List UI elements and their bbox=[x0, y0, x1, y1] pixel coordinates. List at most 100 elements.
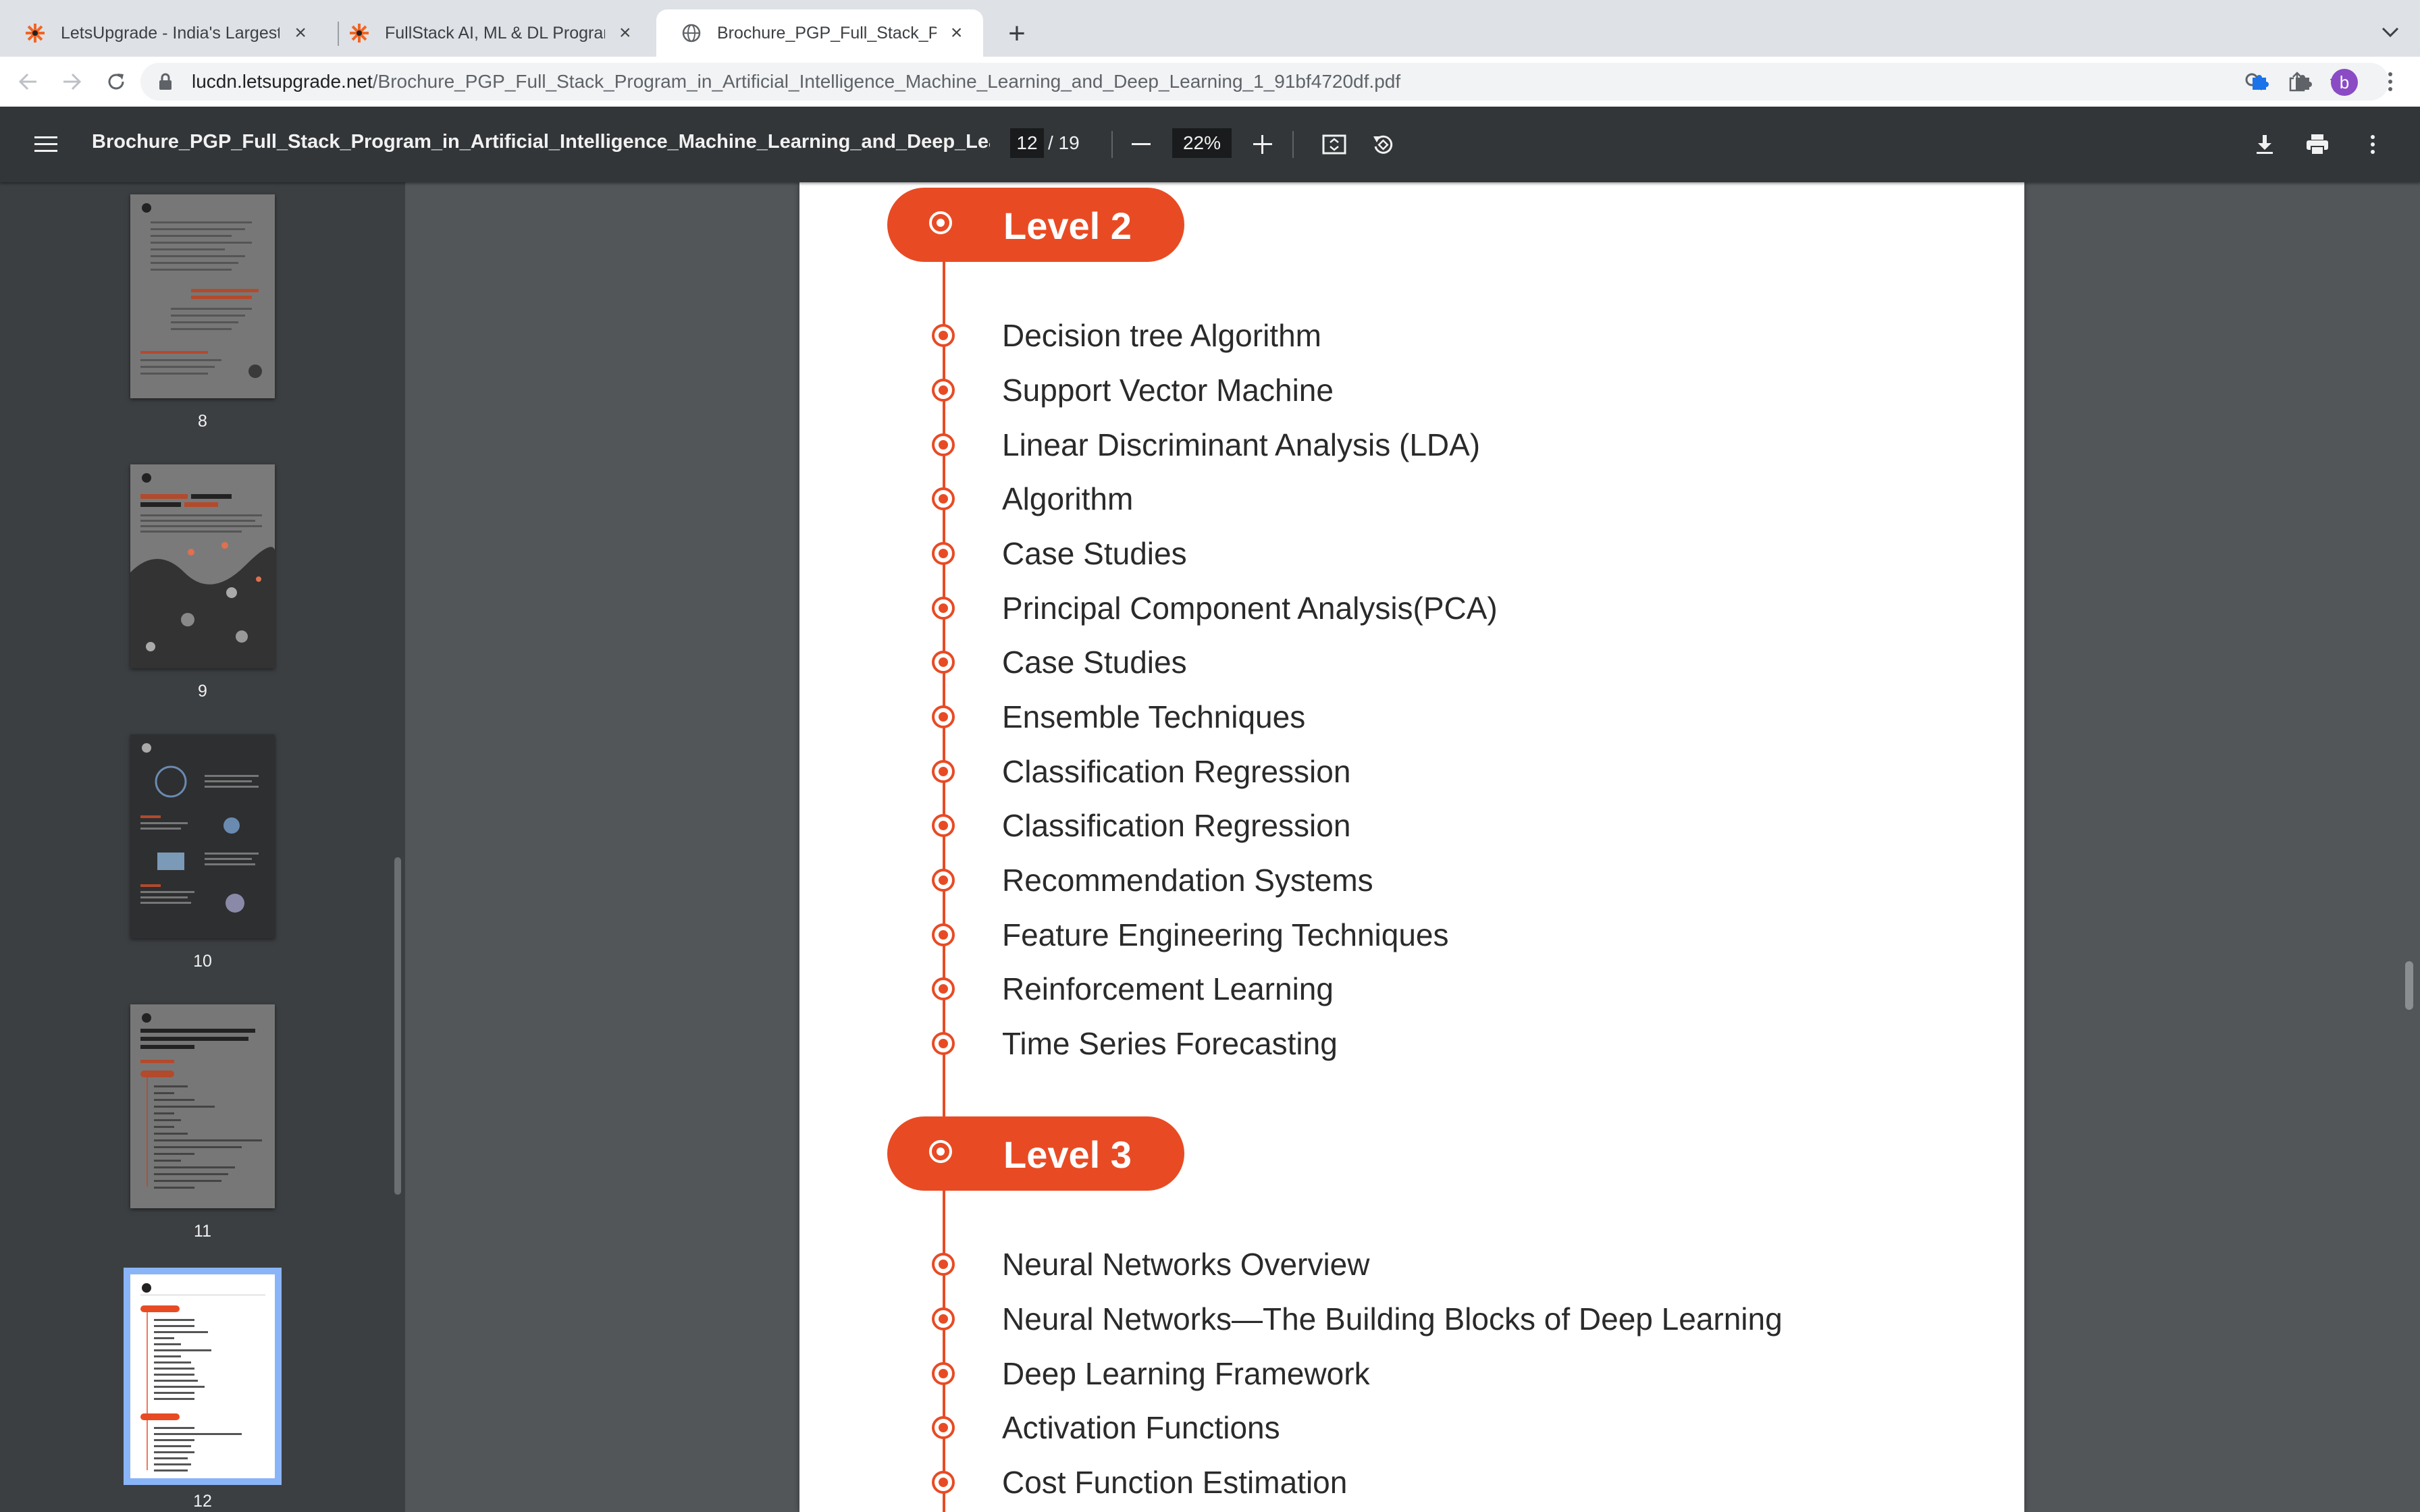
curriculum-item: Cost Function Estimation bbox=[799, 1457, 2024, 1511]
curriculum-item-text: Deep Learning Framework bbox=[1002, 1356, 1370, 1391]
thumbnail-page-number: 10 bbox=[193, 952, 212, 971]
thumbnail-preview bbox=[140, 1013, 262, 1189]
thumbnail-page-number: 11 bbox=[194, 1222, 211, 1241]
bullet-icon bbox=[932, 1253, 955, 1276]
sidebar-menu-icon[interactable] bbox=[27, 126, 65, 163]
fit-to-page-icon[interactable] bbox=[1315, 126, 1353, 163]
close-tab-icon[interactable]: × bbox=[947, 22, 966, 45]
curriculum-item: Algorithm bbox=[799, 474, 2024, 528]
bullet-icon bbox=[932, 651, 955, 674]
page-number-input[interactable]: 12 bbox=[1010, 128, 1044, 158]
tab-brochure-pdf[interactable]: Brochure_PGP_Full_Stack_Prog × bbox=[656, 9, 983, 57]
bullet-icon bbox=[932, 977, 955, 1000]
thumbnail-preview bbox=[140, 203, 262, 378]
forward-arrow-icon[interactable] bbox=[55, 65, 88, 98]
curriculum-item-text: Principal Component Analysis(PCA) bbox=[1002, 591, 1498, 626]
bullet-icon bbox=[932, 705, 955, 728]
browser-toolbar: lucdn.letsupgrade.net/Brochure_PGP_Full_… bbox=[0, 57, 2420, 107]
curriculum-item: Deep Learning Framework bbox=[799, 1349, 2024, 1403]
curriculum-item: Case Studies bbox=[799, 637, 2024, 691]
curriculum-item: Neural Networks—The Building Blocks of D… bbox=[799, 1294, 2024, 1348]
curriculum-item-text: Linear Discriminant Analysis (LDA) bbox=[1002, 427, 1481, 462]
bullet-icon bbox=[932, 760, 955, 783]
toolbar-divider bbox=[1111, 131, 1113, 158]
back-arrow-icon[interactable] bbox=[12, 65, 45, 98]
zoom-out-icon[interactable] bbox=[1122, 126, 1160, 163]
curriculum-item: Recommendation Systems bbox=[799, 855, 2024, 909]
curriculum-item-text: Case Studies bbox=[1002, 536, 1187, 571]
page-thumbnail-11[interactable] bbox=[130, 1004, 275, 1208]
url-path: /Brochure_PGP_Full_Stack_Program_in_Arti… bbox=[372, 71, 1401, 92]
bullet-icon bbox=[932, 542, 955, 565]
rotate-counterclockwise-icon[interactable] bbox=[1364, 126, 1402, 163]
curriculum-item: Principal Component Analysis(PCA) bbox=[799, 583, 2024, 637]
browser-tab-strip: LetsUpgrade - India's Largest × FullStac… bbox=[0, 0, 2420, 57]
curriculum-item: Support Vector Machine bbox=[799, 365, 2024, 419]
page-thumbnail-10[interactable] bbox=[130, 734, 275, 938]
extensions-puzzle-icon[interactable] bbox=[2286, 65, 2319, 98]
tab-fullstack-program[interactable]: FullStack AI, ML & DL Program × bbox=[324, 9, 652, 57]
curriculum-item-text: Case Studies bbox=[1002, 645, 1187, 680]
thumbnail-page-number: 9 bbox=[198, 682, 207, 701]
curriculum-item: Reinforcement Learning bbox=[799, 964, 2024, 1018]
tab-title: Brochure_PGP_Full_Stack_Prog bbox=[717, 23, 937, 43]
curriculum-item-text: Algorithm bbox=[1002, 481, 1134, 516]
page-thumbnail-8[interactable] bbox=[130, 194, 275, 398]
timeline-node-icon bbox=[929, 1140, 952, 1163]
curriculum-item: Feature Engineering Techniques bbox=[799, 910, 2024, 964]
globe-icon bbox=[681, 22, 702, 44]
thumbnail-preview bbox=[130, 464, 275, 668]
curriculum-item: Classification Regression bbox=[799, 801, 2024, 855]
pdf-page: Level 2 Decision tree Algorithm Support … bbox=[799, 182, 2024, 1512]
curriculum-item: Ensemble Techniques bbox=[799, 692, 2024, 746]
pdf-more-actions-icon[interactable] bbox=[2354, 126, 2392, 163]
tab-letsupgrade-home[interactable]: LetsUpgrade - India's Largest × bbox=[0, 9, 328, 57]
thumbnail-preview bbox=[130, 734, 275, 938]
curriculum-item-text: Time Series Forecasting bbox=[1002, 1026, 1338, 1061]
bullet-icon bbox=[932, 597, 955, 620]
url-text[interactable]: lucdn.letsupgrade.net/Brochure_PGP_Full_… bbox=[192, 71, 1400, 92]
curriculum-item: Decision tree Algorithm bbox=[799, 310, 2024, 364]
page-count: / 19 bbox=[1048, 132, 1080, 153]
print-icon[interactable] bbox=[2298, 126, 2336, 163]
document-scrollbar[interactable] bbox=[2405, 961, 2413, 1010]
reload-icon[interactable] bbox=[100, 65, 132, 98]
level-label: Level 2 bbox=[1003, 205, 1132, 247]
download-icon[interactable] bbox=[2246, 126, 2284, 163]
new-tab-button[interactable]: + bbox=[998, 15, 1036, 53]
curriculum-item-text: Classification Regression bbox=[1002, 754, 1351, 789]
close-tab-icon[interactable]: × bbox=[290, 22, 311, 45]
curriculum-item: Activation Functions bbox=[799, 1403, 2024, 1457]
bullet-icon bbox=[932, 923, 955, 946]
thumbnail-page-number: 12 bbox=[193, 1492, 212, 1511]
curriculum-item-text: Feature Engineering Techniques bbox=[1002, 917, 1449, 952]
bullet-icon bbox=[932, 487, 955, 510]
bullet-icon bbox=[932, 1471, 955, 1494]
curriculum-item-text: Support Vector Machine bbox=[1002, 373, 1334, 408]
page-thumbnail-12[interactable] bbox=[124, 1268, 282, 1485]
browser-menu-kebab-icon[interactable] bbox=[2374, 65, 2406, 98]
page-thumbnail-9[interactable] bbox=[130, 464, 275, 668]
close-tab-icon[interactable]: × bbox=[616, 22, 635, 45]
pdf-viewer-toolbar: Brochure_PGP_Full_Stack_Program_in_Artif… bbox=[0, 107, 2420, 182]
thumbnail-sidebar[interactable]: 8 9 10 11 12 bbox=[0, 182, 405, 1512]
curriculum-item-text: Classification Regression bbox=[1002, 808, 1351, 843]
tab-title: FullStack AI, ML & DL Program bbox=[385, 23, 605, 43]
profile-avatar[interactable]: b bbox=[2331, 69, 2358, 96]
curriculum-item-text: Reinforcement Learning bbox=[1002, 971, 1334, 1006]
bullet-icon bbox=[932, 1362, 955, 1385]
curriculum-item-text: Activation Functions bbox=[1002, 1410, 1280, 1445]
bullet-icon bbox=[932, 1032, 955, 1055]
curriculum-item: Linear Discriminant Analysis (LDA) bbox=[799, 420, 2024, 474]
lock-icon[interactable] bbox=[158, 72, 173, 94]
curriculum-item-text: Decision tree Algorithm bbox=[1002, 318, 1321, 353]
curriculum-item-text: Cost Function Estimation bbox=[1002, 1465, 1348, 1500]
blue-extension-icon[interactable] bbox=[2243, 65, 2276, 98]
tab-search-chevron-icon[interactable] bbox=[2374, 16, 2406, 49]
sidebar-scrollbar[interactable] bbox=[394, 857, 401, 1195]
thumbnail-preview bbox=[140, 1283, 265, 1472]
bullet-icon bbox=[932, 1307, 955, 1330]
zoom-level-input[interactable]: 22% bbox=[1172, 128, 1232, 158]
address-bar[interactable]: lucdn.letsupgrade.net/Brochure_PGP_Full_… bbox=[140, 63, 2389, 101]
zoom-in-icon[interactable] bbox=[1244, 126, 1282, 163]
